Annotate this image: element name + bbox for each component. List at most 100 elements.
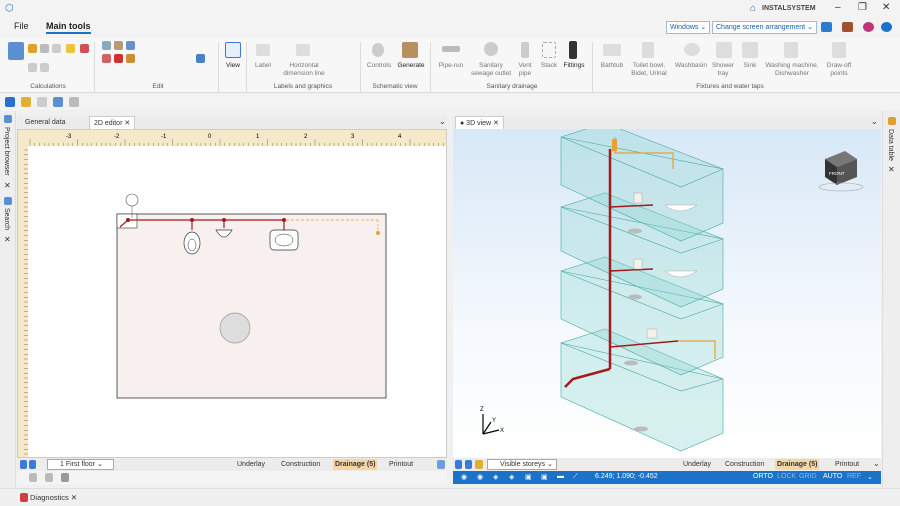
align-icon[interactable]: [196, 54, 205, 63]
chevron-down-icon[interactable]: ⌄: [871, 117, 878, 126]
measure-icon[interactable]: ⟋: [573, 473, 578, 481]
save-icon[interactable]: [5, 97, 15, 107]
layer-construction[interactable]: Construction: [723, 459, 766, 470]
washbasin-3d[interactable]: [646, 328, 658, 339]
visible-storeys-select[interactable]: Visible storeys ⌄: [487, 459, 557, 470]
eye-icon[interactable]: ◉: [477, 473, 483, 481]
view-button[interactable]: View: [222, 62, 244, 70]
layer-drainage[interactable]: Drainage (5): [333, 459, 378, 470]
pipe-node[interactable]: [282, 218, 286, 222]
vent-node[interactable]: [376, 231, 380, 235]
pipe-node[interactable]: [126, 218, 130, 222]
shower-button[interactable]: Shower tray: [708, 62, 738, 78]
menu-file[interactable]: File: [14, 21, 29, 31]
horizontal-dimension-button[interactable]: Horizontal dimension line: [274, 62, 334, 78]
washbasin-button[interactable]: Washbasin: [672, 62, 710, 70]
search-tab[interactable]: Search: [3, 208, 10, 230]
controls-button[interactable]: Controls: [364, 62, 394, 70]
tab-general-data[interactable]: General data: [21, 116, 69, 129]
minimize-button[interactable]: –: [835, 2, 841, 13]
menu-main-tools[interactable]: Main tools: [46, 21, 91, 34]
floor-drain-3d[interactable]: [628, 294, 642, 300]
toilet-button[interactable]: Toilet bowl, Bidet, Urinal: [626, 62, 672, 78]
dimension-line-icon[interactable]: [296, 44, 310, 56]
qat-undo-icon[interactable]: [53, 97, 63, 107]
sewage-outlet-button[interactable]: Sanitary sewage outlet: [466, 62, 516, 78]
level-down-icon[interactable]: [465, 460, 472, 469]
camera-icon[interactable]: ▬: [557, 473, 564, 480]
close-button[interactable]: ✕: [882, 2, 890, 13]
floor-drain-3d[interactable]: [624, 360, 638, 366]
sink-icon[interactable]: [742, 42, 758, 58]
print-icon[interactable]: [69, 97, 79, 107]
fittings-icon[interactable]: [569, 41, 577, 59]
layer-construction[interactable]: Construction: [279, 459, 322, 470]
fittings-button[interactable]: Fittings: [560, 62, 588, 70]
cut-icon[interactable]: [102, 54, 111, 63]
toilet-icon[interactable]: [642, 42, 654, 58]
monitor-icon[interactable]: [821, 22, 832, 32]
pipe-node[interactable]: [190, 218, 194, 222]
settings-icon[interactable]: [881, 22, 892, 32]
undo-icon[interactable]: [126, 41, 135, 50]
paste-icon[interactable]: [114, 41, 123, 50]
database-icon[interactable]: [842, 22, 853, 32]
2d-drawing[interactable]: -3 -2 -1 0 1 2 3 4: [18, 130, 447, 458]
vent-pipe-icon[interactable]: [521, 42, 529, 58]
view-icon[interactable]: [225, 42, 241, 58]
delete-icon[interactable]: [114, 54, 123, 63]
level-down-icon[interactable]: [29, 460, 36, 469]
floor-select[interactable]: 1 First floor ⌄: [47, 459, 114, 470]
label-button[interactable]: Label: [250, 62, 276, 70]
snap-orto[interactable]: ORTO: [753, 473, 773, 480]
pipe-run-button[interactable]: Pipe-run: [436, 62, 466, 70]
search-icon[interactable]: [4, 197, 12, 205]
snap-lock[interactable]: LOCK: [777, 473, 796, 480]
tab-3d-view[interactable]: ● 3D view ✕: [455, 116, 504, 129]
generate-button[interactable]: Generate: [394, 62, 428, 70]
pipe-run-icon[interactable]: [442, 46, 460, 52]
calc-tool-icon-4[interactable]: [66, 44, 75, 53]
level-up-icon[interactable]: [20, 460, 27, 469]
tool-icon[interactable]: [45, 473, 53, 482]
project-browser-icon[interactable]: [4, 115, 12, 123]
3d-view-canvas[interactable]: FRONT Z Y X: [453, 129, 881, 458]
calc-tool-icon-2[interactable]: [40, 44, 49, 53]
eye-icon[interactable]: ◉: [461, 473, 467, 481]
3d-scene[interactable]: FRONT Z Y X: [453, 129, 881, 458]
tool-icon[interactable]: [29, 473, 37, 482]
stack-label-bubble[interactable]: [125, 193, 139, 207]
calc-tool-icon-6[interactable]: [28, 63, 37, 72]
toilet-bowl-symbol[interactable]: [183, 231, 201, 255]
snap-ref[interactable]: REF: [847, 473, 861, 480]
restore-button[interactable]: ❐: [858, 2, 867, 13]
project-browser-tab[interactable]: Project browser: [3, 127, 10, 176]
room-outline[interactable]: [116, 213, 387, 399]
controls-icon[interactable]: [372, 43, 384, 57]
washing-machine-button[interactable]: Washing machine, Dishwasher: [762, 62, 822, 78]
camera-icon[interactable]: ▣: [541, 473, 548, 481]
floor-drain-3d[interactable]: [634, 426, 648, 432]
layer-drainage[interactable]: Drainage (5): [775, 459, 820, 470]
edit-tool-icon[interactable]: [126, 54, 135, 63]
windows-dropdown[interactable]: Windows ⌄: [666, 21, 711, 34]
stack-icon[interactable]: [542, 42, 556, 58]
render-icon[interactable]: ◈: [509, 473, 514, 481]
pipe-node[interactable]: [222, 218, 226, 222]
chevron-down-icon[interactable]: ⌄: [867, 473, 873, 481]
vent-pipe-button[interactable]: Vent pipe: [514, 62, 536, 78]
help-icon[interactable]: [863, 22, 874, 32]
floor-drain-3d[interactable]: [628, 228, 642, 234]
calc-tool-icon-3[interactable]: [52, 44, 61, 53]
drawoff-button[interactable]: Draw-off points: [820, 62, 858, 78]
camera-icon[interactable]: ▣: [525, 473, 532, 481]
tab-2d-editor[interactable]: 2D editor ✕: [89, 116, 136, 129]
2d-editor-canvas[interactable]: -3 -2 -1 0 1 2 3 4: [17, 129, 447, 458]
calc-tool-icon-7[interactable]: [40, 63, 49, 72]
calc-tool-icon-5[interactable]: [80, 44, 89, 53]
label-icon[interactable]: [256, 44, 270, 56]
storey-filter-icon[interactable]: [475, 460, 483, 469]
washbasin-icon[interactable]: [684, 43, 700, 56]
level-up-icon[interactable]: [455, 460, 462, 469]
snap-auto[interactable]: AUTO: [823, 473, 842, 480]
